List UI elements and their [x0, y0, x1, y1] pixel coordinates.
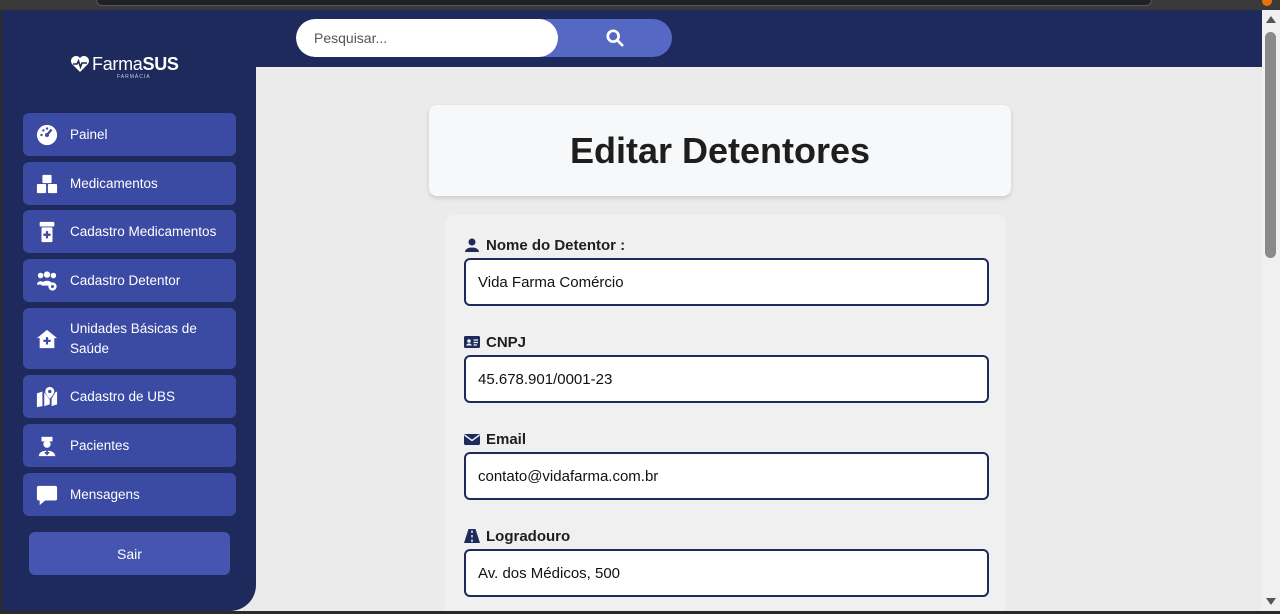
id-card-icon: [464, 336, 480, 348]
cnpj-input[interactable]: [464, 355, 989, 403]
boxes-icon: [34, 171, 60, 197]
field-logradouro: Logradouro: [464, 526, 989, 597]
sidebar-item-cadastro-medicamentos[interactable]: Cadastro Medicamentos: [23, 210, 236, 253]
sidebar-item-label: Unidades Básicas de Saúde: [70, 320, 197, 356]
browser-chrome: [0, 0, 1280, 10]
sidebar-item-label: Medicamentos: [70, 175, 158, 191]
field-label: Logradouro: [464, 526, 989, 546]
sidebar-item-label: Pacientes: [70, 437, 130, 453]
field-email: Email: [464, 429, 989, 500]
sidebar-item-cadastro-detentor[interactable]: Cadastro Detentor: [23, 259, 236, 302]
sidebar-item-painel[interactable]: Painel: [23, 113, 236, 156]
sidebar: FarmaSUS FARMÁCIA Painel Medicamentos Ca…: [2, 10, 256, 611]
app-window: FarmaSUS FARMÁCIA Painel Medicamentos Ca…: [2, 10, 1262, 611]
sidebar-item-medicamentos[interactable]: Medicamentos: [23, 162, 236, 205]
street-input[interactable]: [464, 549, 989, 597]
sidebar-item-label: Cadastro Detentor: [70, 272, 181, 288]
heart-pulse-icon: [71, 56, 89, 72]
sidebar-item-label: Cadastro de UBS: [70, 388, 176, 404]
prescription-bottle-icon: [34, 219, 60, 245]
page-header-card: Editar Detentores: [429, 105, 1011, 196]
address-bar[interactable]: [96, 0, 1152, 6]
sidebar-item-unidades-basicas[interactable]: Unidades Básicas de Saúde: [23, 308, 236, 369]
field-label: Nome do Detentor :: [464, 235, 989, 255]
logo-subtitle: FARMÁCIA: [117, 74, 151, 80]
page-title: Editar Detentores: [569, 129, 871, 171]
sidebar-item-label: Cadastro Medicamentos: [70, 223, 217, 239]
field-cnpj: CNPJ: [464, 332, 989, 403]
logout-button[interactable]: Sair: [29, 532, 230, 575]
sidebar-item-label: Mensagens: [70, 486, 140, 502]
house-medical-icon: [34, 326, 60, 352]
road-icon: [464, 529, 480, 543]
search-bar: [296, 19, 672, 57]
message-icon: [34, 482, 60, 508]
field-label: Email: [464, 429, 989, 449]
field-nome-detentor: Nome do Detentor :: [464, 235, 989, 306]
logo: FarmaSUS FARMÁCIA: [70, 54, 179, 80]
edit-holder-form: Nome do Detentor : CNPJ Email Logradouro: [445, 215, 1006, 611]
page-scrollbar[interactable]: [1262, 10, 1280, 611]
scrollbar-thumb[interactable]: [1265, 32, 1276, 258]
scroll-up-icon[interactable]: [1266, 16, 1276, 23]
sidebar-item-pacientes[interactable]: Pacientes: [23, 424, 236, 467]
scroll-down-icon[interactable]: [1266, 598, 1276, 605]
user-nurse-icon: [34, 433, 60, 459]
search-button[interactable]: [558, 19, 672, 57]
users-gear-icon: [34, 268, 60, 294]
sidebar-item-cadastro-ubs[interactable]: Cadastro de UBS: [23, 375, 236, 418]
sidebar-item-label: Painel: [70, 126, 108, 142]
logo-text: FarmaSUS: [92, 54, 179, 74]
email-input[interactable]: [464, 452, 989, 500]
top-bar: [256, 10, 1262, 67]
holder-name-input[interactable]: [464, 258, 989, 306]
search-icon: [606, 29, 624, 47]
envelope-icon: [464, 434, 480, 445]
gauge-icon: [34, 122, 60, 148]
sidebar-item-mensagens[interactable]: Mensagens: [23, 473, 236, 516]
user-icon: [465, 238, 479, 252]
field-label: CNPJ: [464, 332, 989, 352]
search-input[interactable]: [296, 19, 558, 57]
browser-badge-icon: [1262, 0, 1272, 6]
map-location-icon: [34, 384, 60, 410]
